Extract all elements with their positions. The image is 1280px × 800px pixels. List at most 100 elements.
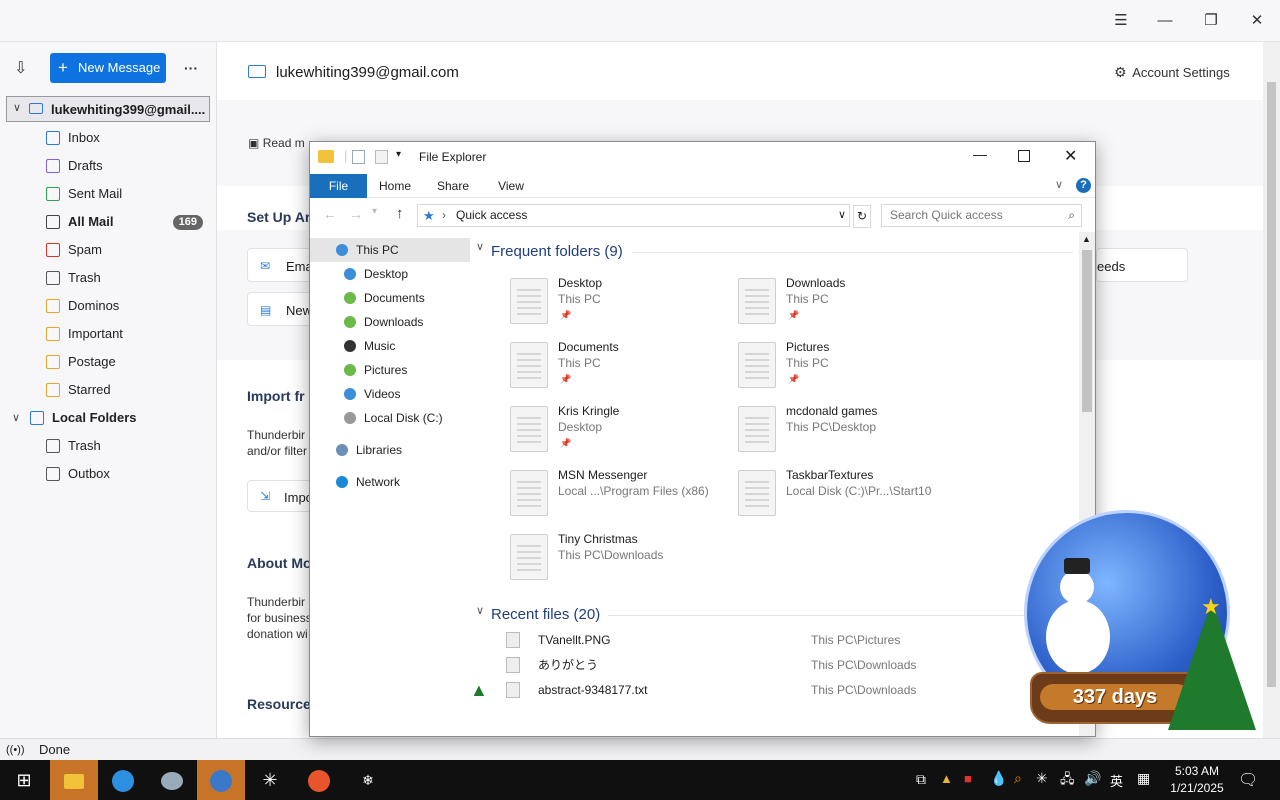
properties-icon[interactable] bbox=[352, 150, 365, 164]
nav-item[interactable]: Videos bbox=[310, 382, 470, 406]
messenger-icon[interactable] bbox=[99, 760, 147, 800]
ime-indicator[interactable]: 英 bbox=[1110, 771, 1123, 790]
recent-file-row[interactable]: abstract-9348177.txt This PC\Downloads bbox=[506, 678, 1106, 702]
tab-view[interactable]: View bbox=[486, 174, 536, 198]
chevron-down-icon[interactable]: ▾ bbox=[396, 149, 401, 160]
tray-app-icon[interactable]: ▲ bbox=[940, 771, 953, 786]
clock-date[interactable]: 1/21/2025 bbox=[1166, 781, 1228, 795]
local-folders-item[interactable]: ∨ Local Folders bbox=[0, 404, 217, 432]
account-item[interactable]: ∨ lukewhiting399@gmail.... bbox=[6, 96, 210, 122]
maximize-icon[interactable] bbox=[1018, 150, 1030, 162]
start10-icon[interactable]: ✳ bbox=[246, 760, 294, 800]
back-icon[interactable]: ← bbox=[323, 206, 337, 222]
nav-item[interactable]: Local Disk (C:) bbox=[310, 406, 470, 430]
firefox-icon[interactable] bbox=[295, 760, 343, 800]
droplet-icon[interactable]: 💧 bbox=[990, 770, 1007, 787]
more-options-button[interactable]: ··· bbox=[184, 60, 198, 76]
frequent-folder-tile[interactable]: Desktop This PC 📌 bbox=[510, 276, 730, 332]
folder-item[interactable]: Trash bbox=[0, 264, 217, 292]
nav-item[interactable]: Libraries bbox=[310, 438, 470, 462]
scrollbar-thumb[interactable] bbox=[1267, 82, 1276, 687]
account-settings-link[interactable]: ⚙ Account Settings bbox=[1114, 64, 1230, 81]
frequent-folder-tile[interactable]: TaskbarTextures Local Disk (C:)\Pr...\Sta… bbox=[738, 468, 958, 524]
frequent-folders-header[interactable]: Frequent folders (9) bbox=[491, 243, 623, 260]
chevron-down-icon[interactable]: ∨ bbox=[838, 205, 846, 226]
thunderbird-taskbar-icon[interactable] bbox=[197, 760, 245, 800]
close-icon[interactable]: ✕ bbox=[1064, 146, 1077, 166]
chevron-down-icon[interactable]: ∨ bbox=[13, 101, 21, 114]
address-bar[interactable]: ★ › Quick access ∨ bbox=[417, 204, 850, 227]
notification-icon[interactable]: 🗨 bbox=[1238, 770, 1258, 790]
nav-item[interactable]: Network bbox=[310, 470, 470, 494]
recent-file-row[interactable]: TVanellt.PNG This PC\Pictures bbox=[506, 628, 1106, 652]
folder-item[interactable]: Spam bbox=[0, 236, 217, 264]
tab-file[interactable]: File bbox=[310, 174, 367, 198]
forward-icon[interactable]: → bbox=[349, 206, 363, 222]
frequent-folder-tile[interactable]: Tiny Christmas This PC\Downloads bbox=[510, 532, 730, 588]
chevron-down-icon[interactable]: ∨ bbox=[12, 404, 20, 432]
tray-app-icon[interactable]: ■ bbox=[964, 771, 972, 786]
frequent-folder-tile[interactable]: Pictures This PC 📌 bbox=[738, 340, 958, 396]
get-messages-icon[interactable]: ⇩ bbox=[14, 58, 27, 78]
file-explorer-taskbar-icon[interactable] bbox=[50, 760, 98, 800]
task-view-icon[interactable]: ⧉ bbox=[916, 771, 926, 788]
scrollbar-thumb[interactable] bbox=[1082, 250, 1092, 412]
folder-item[interactable]: Postage bbox=[0, 348, 217, 376]
chevron-down-icon[interactable]: ∨ bbox=[1055, 178, 1063, 191]
frequent-folder-tile[interactable]: Kris Kringle Desktop 📌 bbox=[510, 404, 730, 460]
start10-tray-icon[interactable]: ✳ bbox=[1036, 770, 1048, 787]
keyboard-icon[interactable]: ▦ bbox=[1137, 770, 1150, 787]
recent-file-row[interactable]: ありがとう This PC\Downloads bbox=[506, 653, 1106, 677]
frequent-folder-tile[interactable]: MSN Messenger Local ...\Program Files (x8… bbox=[510, 468, 730, 524]
network-icon[interactable]: 🖧 bbox=[1060, 770, 1075, 792]
folder-item[interactable]: Sent Mail bbox=[0, 180, 217, 208]
nav-item[interactable]: Documents bbox=[310, 286, 470, 310]
folder-item[interactable]: Drafts bbox=[0, 152, 217, 180]
tab-share[interactable]: Share bbox=[428, 174, 478, 198]
menu-icon[interactable]: ☰ bbox=[1109, 10, 1133, 32]
folder-item[interactable]: All Mail 169 bbox=[0, 208, 217, 236]
nav-item[interactable]: Desktop bbox=[310, 262, 470, 286]
snowflake-icon[interactable]: ❄ bbox=[344, 760, 392, 800]
recent-locations-icon[interactable]: ▾ bbox=[372, 206, 377, 217]
search-input[interactable]: Search Quick access ⌕ bbox=[881, 204, 1082, 227]
chevron-down-icon[interactable]: ∨ bbox=[476, 240, 484, 253]
up-icon[interactable]: ↑ bbox=[396, 205, 404, 222]
feeds-setup-card[interactable]: eeds bbox=[1096, 248, 1188, 282]
refresh-icon[interactable]: ↻ bbox=[853, 205, 871, 228]
nav-item[interactable]: This PC bbox=[310, 238, 470, 262]
chevron-down-icon[interactable]: ∨ bbox=[476, 604, 484, 617]
restore-icon[interactable]: ❐ bbox=[1199, 10, 1223, 32]
nav-item[interactable]: Downloads bbox=[310, 310, 470, 334]
nav-item[interactable]: Pictures bbox=[310, 358, 470, 382]
clock-time[interactable]: 5:03 AM bbox=[1168, 764, 1226, 778]
new-message-button[interactable]: + New Message bbox=[50, 53, 166, 83]
local-folder-item[interactable]: Trash bbox=[0, 432, 217, 460]
folder-item[interactable]: Inbox bbox=[0, 124, 217, 152]
app-icon[interactable] bbox=[148, 760, 196, 800]
scroll-up-icon[interactable]: ▲ bbox=[1082, 234, 1091, 244]
tab-home[interactable]: Home bbox=[370, 174, 420, 198]
folder-item[interactable]: Starred bbox=[0, 376, 217, 404]
local-folder-item[interactable]: Outbox bbox=[0, 460, 217, 488]
minimize-icon[interactable]: — bbox=[1153, 10, 1177, 32]
main-scrollbar[interactable] bbox=[1263, 42, 1280, 738]
file-explorer-window[interactable]: | ▾ File Explorer — ✕ File Home Share Vi… bbox=[309, 141, 1096, 737]
new-folder-icon[interactable] bbox=[375, 150, 388, 164]
recent-files-header[interactable]: Recent files (20) bbox=[491, 606, 600, 623]
folder-item[interactable]: Dominos bbox=[0, 292, 217, 320]
read-messages-button[interactable]: ▣ Read m bbox=[248, 136, 305, 150]
volume-icon[interactable]: 🔊 bbox=[1084, 770, 1101, 787]
search-tray-icon[interactable]: ⌕ bbox=[1014, 770, 1022, 787]
import-button[interactable]: ⇲ Impo bbox=[247, 480, 317, 512]
nav-item[interactable]: Music bbox=[310, 334, 470, 358]
close-icon[interactable]: ✕ bbox=[1245, 10, 1269, 32]
folder-item[interactable]: Important bbox=[0, 320, 217, 348]
frequent-folder-tile[interactable]: mcdonald games This PC\Desktop bbox=[738, 404, 958, 460]
windows-start-icon[interactable]: ⊞ bbox=[0, 760, 48, 800]
minimize-icon[interactable]: — bbox=[973, 146, 987, 162]
online-status-icon[interactable]: ((•)) bbox=[6, 739, 25, 761]
frequent-folder-tile[interactable]: Downloads This PC 📌 bbox=[738, 276, 958, 332]
frequent-folder-tile[interactable]: Documents This PC 📌 bbox=[510, 340, 730, 396]
help-icon[interactable]: ? bbox=[1076, 178, 1091, 193]
